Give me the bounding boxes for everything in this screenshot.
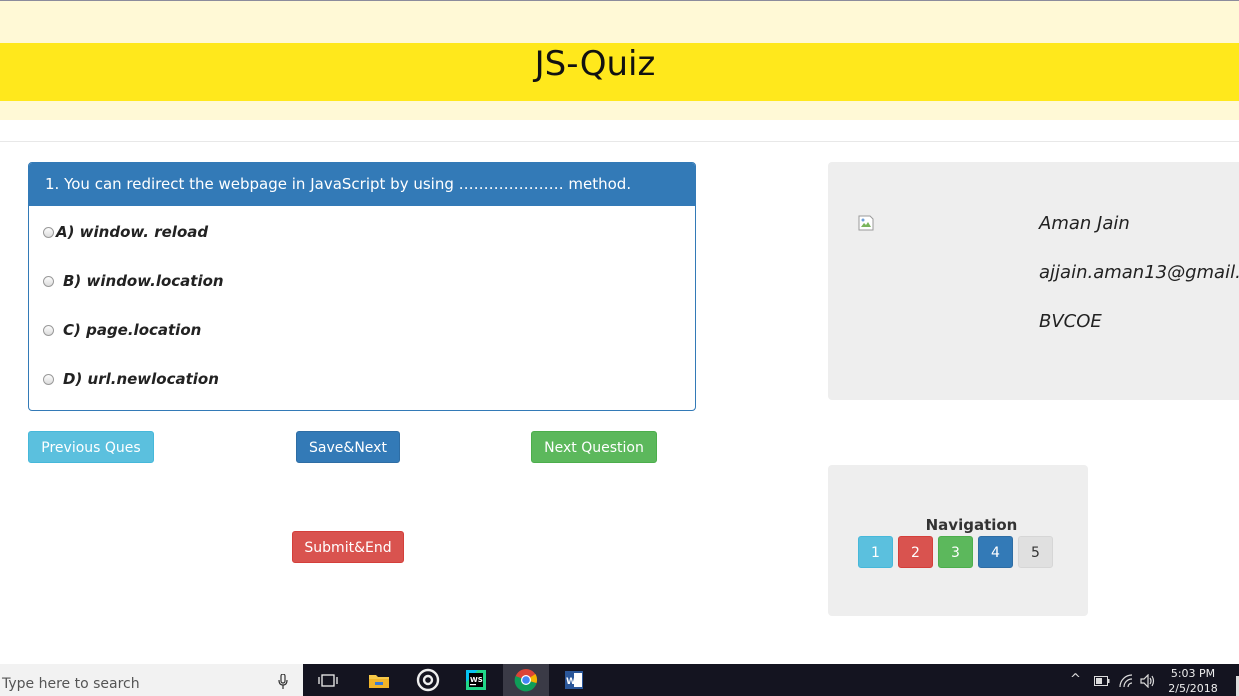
submit-end-button[interactable]: Submit&End [292, 531, 404, 563]
file-explorer-icon[interactable] [367, 668, 391, 692]
save-next-button[interactable]: Save&Next [296, 431, 400, 463]
battery-icon[interactable] [1094, 676, 1110, 686]
chrome-icon[interactable] [514, 668, 538, 692]
wifi-icon[interactable] [1119, 674, 1133, 688]
volume-icon[interactable] [1140, 674, 1156, 688]
profile-email: ajjain.aman13@gmail. [1039, 262, 1239, 283]
previous-question-button[interactable]: Previous Ques [28, 431, 154, 463]
nav-question-2[interactable]: 2 [898, 536, 933, 568]
taskbar-search-box[interactable]: Type here to search [0, 664, 303, 696]
word-icon[interactable]: W [562, 668, 586, 692]
webstorm-icon[interactable]: WS [464, 668, 488, 692]
next-question-button[interactable]: Next Question [531, 431, 657, 463]
show-hidden-icons-icon[interactable]: ^ [1070, 672, 1081, 687]
task-view-icon[interactable] [316, 668, 340, 692]
clock-time: 5:03 PM [1170, 667, 1216, 680]
option-c-radio[interactable] [43, 324, 54, 336]
option-b-label: B) window.location [63, 272, 224, 290]
navigation-panel: Navigation 1 2 3 4 5 [828, 465, 1088, 616]
header-divider [0, 141, 1239, 142]
option-c[interactable]: C) page.location [43, 321, 201, 339]
svg-text:W: W [566, 677, 576, 687]
search-placeholder: Type here to search [2, 676, 140, 692]
option-c-label: C) page.location [63, 321, 202, 339]
option-d[interactable]: D) url.newlocation [43, 370, 219, 388]
option-a-label: A) window. reload [56, 223, 209, 241]
groove-music-icon[interactable] [416, 668, 440, 692]
option-b-radio[interactable] [43, 275, 54, 287]
broken-image-icon [858, 215, 874, 231]
option-d-radio[interactable] [43, 373, 54, 385]
profile-college: BVCOE [1039, 311, 1102, 332]
page-header: JS-Quiz [0, 1, 1239, 120]
nav-question-5[interactable]: 5 [1018, 536, 1053, 568]
option-a-radio[interactable] [43, 226, 54, 238]
svg-text:WS: WS [470, 676, 483, 684]
microphone-icon[interactable] [278, 674, 288, 690]
nav-question-4[interactable]: 4 [978, 536, 1013, 568]
taskbar: Type here to search WS W ^ 5:03 PM 2/5/2… [0, 664, 1239, 696]
profile-panel: Aman Jain ajjain.aman13@gmail. BVCOE [828, 162, 1239, 400]
nav-question-3[interactable]: 3 [938, 536, 973, 568]
clock-date: 2/5/2018 [1168, 682, 1218, 695]
option-d-label: D) url.newlocation [63, 370, 219, 388]
taskbar-clock[interactable]: 5:03 PM 2/5/2018 [1168, 666, 1218, 696]
page-title: JS-Quiz [534, 44, 656, 84]
question-text: 1. You can redirect the webpage in JavaS… [29, 163, 695, 206]
question-panel: 1. You can redirect the webpage in JavaS… [28, 162, 696, 411]
option-a[interactable]: A) window. reload [43, 223, 208, 241]
nav-question-1[interactable]: 1 [858, 536, 893, 568]
profile-name: Aman Jain [1039, 213, 1130, 234]
option-b[interactable]: B) window.location [43, 272, 224, 290]
navigation-title: Navigation [925, 516, 1018, 534]
